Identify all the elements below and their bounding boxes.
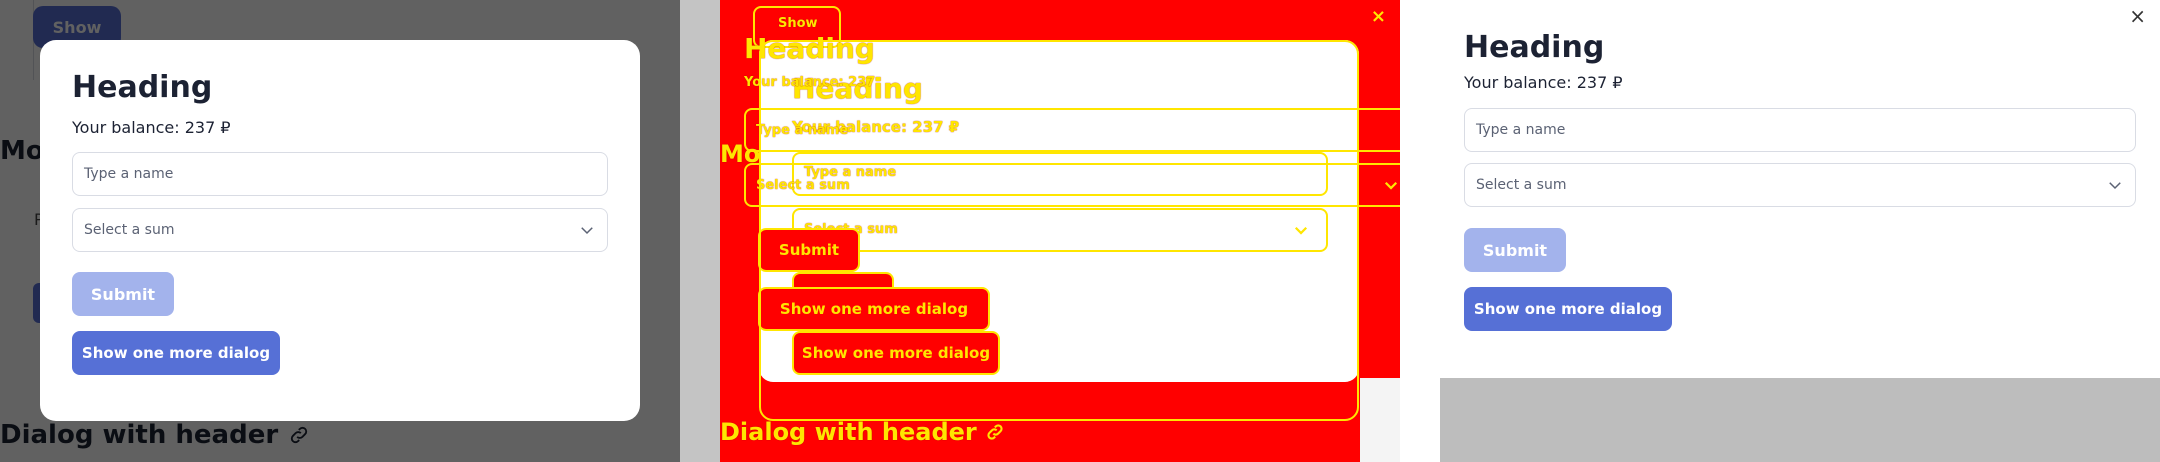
- diff-ghost-link-icon: [987, 424, 1003, 440]
- bottom-grey-area: [1440, 378, 2160, 462]
- diff-ghost-dialog-header: Dialog with header: [720, 418, 1005, 446]
- dialog-heading: Heading: [1464, 30, 1605, 65]
- panel-diff-visualization: × Show Heading Heading Your balance: 237…: [720, 0, 1400, 462]
- sum-select-placeholder: Select a sum: [1476, 177, 1567, 193]
- balance-text: Your balance: 237 ₽: [1464, 73, 1623, 92]
- modal-dialog: Heading Your balance: 237 ₽ Type a name …: [40, 40, 640, 421]
- close-icon[interactable]: ×: [1371, 6, 1386, 27]
- diff-grey-strip: [1360, 378, 1400, 462]
- sum-select[interactable]: Select a sum: [1464, 163, 2136, 207]
- diff-ghost-chevron-a-icon: [1384, 181, 1398, 190]
- name-input[interactable]: Type a name: [1464, 108, 2136, 152]
- dialog-heading: Heading: [72, 70, 213, 105]
- name-input-placeholder: Type a name: [84, 166, 174, 182]
- chevron-down-icon: [2109, 182, 2121, 190]
- chevron-down-icon: [581, 227, 593, 235]
- panel-dialog-no-overlay: × Heading Your balance: 237 ₽ Type a nam…: [1440, 0, 2160, 462]
- submit-button[interactable]: Submit: [1464, 228, 1566, 272]
- diff-gutter: [680, 0, 720, 462]
- diff-ghost-dialog-frame: [759, 40, 1359, 421]
- diff-ghost-show-label: Show: [778, 16, 818, 31]
- show-one-more-dialog-button[interactable]: Show one more dialog: [72, 331, 280, 375]
- show-one-more-dialog-button[interactable]: Show one more dialog: [1464, 287, 1672, 331]
- name-input[interactable]: Type a name: [72, 152, 608, 196]
- diff-ghost-dialog-header-label: Dialog with header: [720, 418, 977, 446]
- close-icon[interactable]: ×: [2129, 4, 2146, 28]
- submit-button[interactable]: Submit: [72, 272, 174, 316]
- panel-modal-with-overlay: Show Mo P Dialog with header Heading You…: [0, 0, 680, 462]
- balance-text: Your balance: 237 ₽: [72, 118, 231, 137]
- sum-select[interactable]: Select a sum: [72, 208, 608, 252]
- name-input-placeholder: Type a name: [1476, 122, 1566, 138]
- sum-select-placeholder: Select a sum: [84, 222, 175, 238]
